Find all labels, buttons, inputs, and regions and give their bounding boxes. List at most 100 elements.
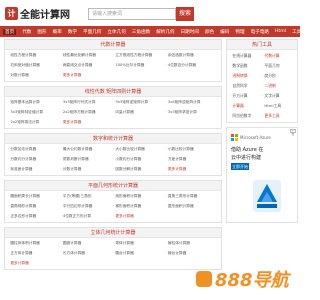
calculator-link[interactable]: 圆柱体体积计算器 — [8, 239, 61, 247]
calculator-link[interactable]: 小数比较计算器 — [166, 145, 219, 153]
calculator-link[interactable]: 圆锥计算器 — [61, 239, 114, 247]
nav-item[interactable]: 平面几何 — [83, 29, 101, 35]
calculator-link[interactable]: 标准差计算器 — [8, 165, 61, 173]
calculator-link[interactable]: 4位数正方形计算 — [61, 212, 114, 220]
more-link[interactable]: 更多计算器 — [61, 118, 114, 126]
nav-item[interactable]: 图形 — [37, 29, 46, 35]
calculator-link[interactable]: 菱形面积计算器 — [166, 202, 219, 210]
calculator-link[interactable]: 对数计算器 — [8, 71, 61, 79]
nav-item[interactable]: 解析几何 — [156, 29, 174, 35]
calculator-link[interactable]: 棱台计算器 — [166, 249, 219, 257]
hot-tool-link[interactable]: 开方计算 — [230, 92, 262, 100]
calculator-link[interactable]: 直角三角形计算器 — [166, 192, 219, 200]
logo-mark-icon: 计算 — [5, 6, 18, 31]
calculator-link[interactable]: 立方根线性方程计算器 — [113, 51, 166, 59]
calculator-link[interactable]: 小数约分计算器 — [113, 155, 166, 163]
section-title[interactable]: 代数计算器 — [5, 40, 221, 50]
calculator-link[interactable]: 两直线交点计算器 — [61, 61, 114, 69]
calculator-link[interactable]: 3x4矩阵逆矩阵计算 — [166, 98, 219, 106]
calculator-link[interactable]: 平方(等腰)三角形 — [61, 192, 114, 200]
calculator-link[interactable]: 线性最优化解计算器 — [61, 51, 114, 59]
calculator-link[interactable]: 4位数百分计算器 — [166, 61, 219, 69]
hot-tool-link[interactable]: 进制转换 — [230, 72, 262, 80]
search-button[interactable]: 搜索 — [176, 7, 194, 21]
ad-cta-button[interactable]: 立即开始 — [231, 163, 249, 170]
calculator-link[interactable]: 3x3矩阵特征值计算 — [8, 108, 61, 116]
calculator-link[interactable]: 3x3矩阵行列式计算 — [61, 98, 114, 106]
calculator-link[interactable]: 扇形面积计算器 — [113, 192, 166, 200]
calculator-link[interactable]: 圆台计算器 — [113, 249, 166, 257]
calculator-link[interactable]: 棱柱体计算器 — [166, 239, 219, 247]
calculator-link[interactable]: 直角梯形计算器 — [8, 202, 61, 210]
calculator-link[interactable]: 平行四边形计算器 — [61, 202, 114, 210]
calculator-link[interactable]: 梯形面积计算器 — [113, 202, 166, 210]
calculator-link[interactable]: 因数分解计算器 — [113, 165, 166, 173]
hot-tools-list: 在线计算器代数计算数学函数平面几何进制转换度分秒自然科学二进制开方计算文字计算计… — [227, 50, 297, 122]
calculator-link[interactable]: 球体计算器 — [113, 239, 166, 247]
hot-tool-link[interactable]: 计算器 — [230, 102, 262, 110]
section-links: 矩阵基本运算计算3x3矩阵行列式计算3x3矩阵逆矩阵计算3x4矩阵逆矩阵计算 3x… — [5, 97, 221, 128]
nav-item[interactable]: 工具 — [292, 29, 300, 35]
calculator-link[interactable]: 大小数比较计算器 — [113, 145, 166, 153]
nav-item[interactable]: 物理 — [235, 29, 244, 35]
calculator-link[interactable]: 质数判断计算器 — [61, 155, 114, 163]
section-title[interactable]: 立体几何统计计算器 — [5, 228, 221, 238]
site-logo[interactable]: 计算 全能计算网 — [5, 5, 70, 31]
nav-item[interactable]: 首页 — [3, 28, 17, 35]
hot-tool-link[interactable]: 度分秒 — [262, 72, 294, 80]
hot-tool-link[interactable]: 数学函数 — [230, 62, 262, 70]
search-input[interactable]: 请输入搜索词 — [88, 8, 176, 20]
calculator-link[interactable]: 正多边形计算器 — [8, 212, 61, 220]
hot-tool-link[interactable]: 在线计算器 — [230, 52, 262, 60]
calculator-link[interactable]: 3x3矩阵逆矩阵计算 — [113, 98, 166, 106]
hot-tool-link[interactable]: Html工具 — [262, 102, 294, 110]
nav-item[interactable]: 概率 — [53, 29, 62, 35]
calculator-link[interactable]: 矩阵基本运算计算 — [8, 98, 61, 106]
ad-brand: Microsoft Azure — [240, 135, 271, 140]
hot-tool-link[interactable]: 平面几何 — [262, 62, 294, 70]
nav-item[interactable]: 编码 — [220, 29, 229, 35]
nav-item[interactable]: 三角函数 — [132, 29, 150, 35]
site-name: 全能计算网 — [20, 9, 70, 21]
calculator-link[interactable]: 圆面积周长计算器 — [8, 192, 61, 200]
calculator-link[interactable]: 长方体计算器 — [61, 249, 114, 257]
nav-item[interactable]: 日期时间 — [181, 29, 199, 35]
calculator-link[interactable]: 2x2矩阵方程计算器 — [61, 108, 114, 116]
nav-item[interactable]: 立体几何 — [107, 29, 125, 35]
calculator-link[interactable]: 方差计算器 — [166, 155, 219, 163]
nav-item[interactable]: 数学 — [68, 29, 77, 35]
calculator-link[interactable]: 分数约分计算器 — [8, 155, 61, 163]
nav-item[interactable]: 颜色 — [205, 29, 214, 35]
hot-tool-link[interactable]: 代数计算 — [262, 52, 294, 60]
calculator-link[interactable]: 分数加法计算器 — [8, 145, 61, 153]
more-link[interactable]: 更多计算器 — [166, 165, 219, 173]
calculator-link[interactable]: 分数计算器 — [61, 165, 114, 173]
calculator-link[interactable]: 向量计算器 — [113, 108, 166, 116]
azure-ad[interactable]: 广告 Microsoft Azure 借助 Azure 在 云中进行构建 立即开… — [226, 127, 298, 223]
calculator-link[interactable]: 2x2矩阵乘法计算 — [8, 118, 61, 126]
calculator-link[interactable]: 余弦函数计算器 — [166, 51, 219, 59]
section-title[interactable]: 数字和统计计算器 — [5, 134, 221, 144]
hot-tool-link[interactable]: 文字计算 — [262, 92, 294, 100]
nav-item[interactable]: 代数 — [22, 29, 31, 35]
nav-item[interactable]: 电子电路 — [251, 29, 269, 35]
section-title[interactable]: 线性代数 矩阵四则计算器 — [5, 87, 221, 97]
calculator-link[interactable]: 100%比尔计算器 — [113, 61, 166, 69]
calculator-link[interactable]: 线性方程计算器 — [8, 51, 61, 59]
more-link[interactable]: 更多计算器 — [8, 259, 61, 267]
more-link[interactable]: 更多计算器 — [113, 212, 166, 220]
calculator-link[interactable]: 最大公约数计算器 — [61, 145, 114, 153]
section-title[interactable]: 平面几何形统计计算器 — [5, 181, 221, 191]
calculator-link[interactable]: 右斜绝对值计算器 — [8, 61, 61, 69]
section-links: 分数加法计算器最大公约数计算器大小数比较计算器小数比较计算器分数约分计算器质数判… — [5, 144, 221, 175]
hot-tool-link[interactable]: 二进制 — [262, 82, 294, 90]
hot-tool-link[interactable]: 自然科学 — [230, 82, 262, 90]
calculator-section: 平面几何形统计计算器圆面积周长计算器平方(等腰)三角形扇形面积计算器直角三角形计… — [4, 180, 222, 223]
calculator-section: 代数计算器线性方程计算器线性最优化解计算器立方根线性方程计算器余弦函数计算器右斜… — [4, 39, 222, 82]
calculator-link[interactable]: 3x3矩阵求逆计算 — [166, 108, 219, 116]
hot-tool-link[interactable]: 阿拉伯数字 — [230, 112, 262, 120]
hot-tool-link[interactable]: 更多工具 — [262, 112, 294, 120]
nav-item[interactable]: Html — [275, 29, 286, 34]
more-link[interactable]: 更多计算器 — [61, 71, 114, 79]
calculator-link[interactable]: 正方体计算器 — [8, 249, 61, 257]
